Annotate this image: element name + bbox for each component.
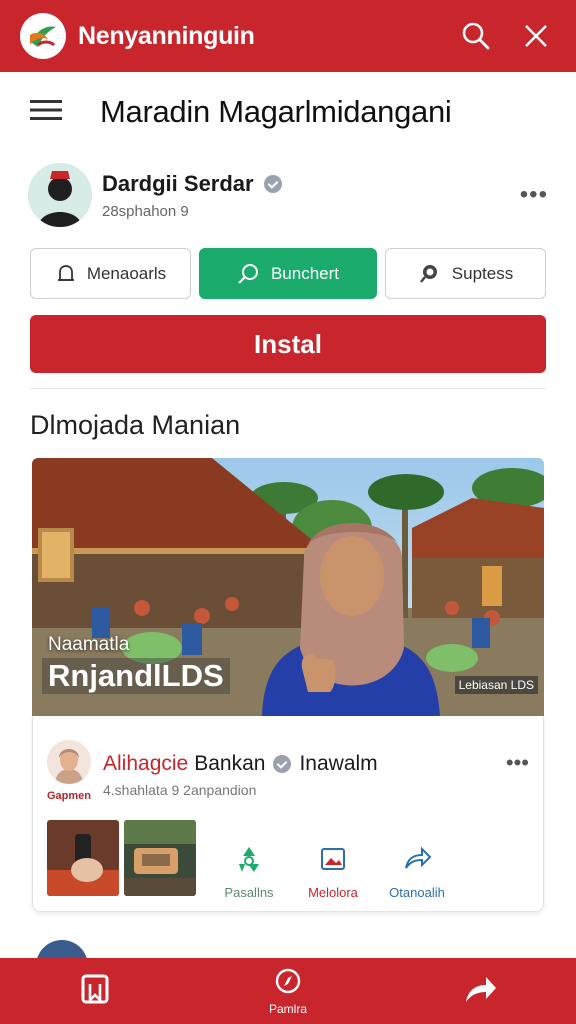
hero-image[interactable]: Naamatla RnjandlLDS Lebiasan LDS bbox=[32, 458, 544, 716]
post-author-tail: Inawalm bbox=[299, 752, 378, 775]
support-button-label: Suptess bbox=[451, 263, 514, 283]
avatar-label: Gapmen bbox=[47, 790, 92, 802]
thumbnail-image[interactable] bbox=[124, 820, 196, 896]
profile-name-text: Dardgii Serdar bbox=[102, 170, 254, 196]
more-horizontal-icon[interactable]: ••• bbox=[506, 750, 529, 776]
post-card[interactable]: Alihagcie Bankan Inawalm Gapmen 4.shahla… bbox=[32, 716, 544, 912]
hero-caption-large: RnjandlLDS bbox=[42, 658, 230, 694]
recycle-action-label: Pasallns bbox=[224, 885, 274, 900]
post-actions: Pasallns Melolora Otanoalih bbox=[213, 844, 453, 900]
post-author: Alihagcie Bankan Inawalm bbox=[103, 744, 378, 784]
recycle-icon bbox=[234, 844, 264, 879]
notifications-button-label: Menaoarls bbox=[86, 263, 167, 283]
more-horizontal-icon[interactable]: ••• bbox=[520, 181, 548, 209]
close-icon[interactable] bbox=[516, 16, 556, 56]
profile-subtitle: 28sphahon 9 bbox=[102, 202, 189, 220]
thumbnail-image[interactable] bbox=[47, 820, 119, 896]
share-arrow-icon bbox=[464, 974, 498, 1009]
post-header: Alihagcie Bankan Inawalm bbox=[47, 740, 533, 784]
leaf-logo-icon bbox=[20, 13, 66, 59]
action-buttons: Menaoarls Bunchert Suptess bbox=[30, 248, 546, 300]
page-title: Maradin Magarlmidangani bbox=[100, 94, 452, 129]
install-button[interactable]: Instal bbox=[30, 315, 546, 373]
search-icon bbox=[237, 262, 261, 286]
photo-icon bbox=[318, 844, 348, 879]
photo-action-label: Melolora bbox=[308, 885, 358, 900]
share-action[interactable]: Otanoalih bbox=[381, 844, 453, 900]
support-button[interactable]: Suptess bbox=[385, 248, 546, 299]
post-subtitle: 4.shahlata 9 2anpandion bbox=[103, 782, 257, 798]
nav-bookmark[interactable] bbox=[78, 972, 112, 1011]
profile-text: Dardgii Serdar 28sphahon 9 bbox=[102, 171, 520, 220]
search-action-label: Bunchert bbox=[270, 263, 340, 283]
nav-explore-label: Pamlra bbox=[268, 1001, 307, 1016]
avatar[interactable] bbox=[47, 740, 91, 784]
verified-badge-icon bbox=[273, 755, 292, 773]
avatar[interactable] bbox=[28, 163, 92, 227]
search-icon[interactable] bbox=[456, 16, 496, 56]
share-action-label: Otanoalih bbox=[389, 885, 445, 900]
hero-tag: Lebiasan LDS bbox=[454, 676, 538, 694]
photo-action[interactable]: Melolora bbox=[297, 844, 369, 900]
post-author-rest: Bankan bbox=[194, 752, 266, 775]
divider bbox=[30, 388, 546, 389]
verified-badge-icon bbox=[263, 174, 282, 193]
hero-caption-small: Naamatla bbox=[48, 634, 130, 655]
app-title: Nenyanninguin bbox=[78, 21, 255, 50]
share-icon bbox=[402, 844, 432, 879]
bell-icon bbox=[55, 263, 77, 285]
app-bar: Nenyanninguin bbox=[0, 0, 576, 72]
profile-name: Dardgii Serdar bbox=[102, 171, 520, 197]
profile-row[interactable]: Dardgii Serdar 28sphahon 9 ••• bbox=[28, 160, 548, 230]
section-title: Dlmojada Manian bbox=[30, 410, 241, 440]
recycle-action[interactable]: Pasallns bbox=[213, 844, 285, 900]
nav-share[interactable] bbox=[464, 974, 498, 1009]
bookmark-icon bbox=[78, 972, 112, 1011]
post-thumbnails bbox=[47, 820, 201, 896]
post-author-highlight: Alihagcie bbox=[103, 752, 189, 775]
search-action-button[interactable]: Bunchert bbox=[199, 248, 377, 299]
compass-icon bbox=[274, 967, 302, 1000]
nav-explore[interactable]: Pamlra bbox=[269, 967, 307, 1016]
search-icon bbox=[418, 262, 442, 286]
bottom-nav: Pamlra bbox=[0, 958, 576, 1024]
page-header: Maradin Magarlmidangani bbox=[0, 88, 576, 136]
hamburger-menu-icon[interactable] bbox=[30, 98, 64, 127]
notifications-button[interactable]: Menaoarls bbox=[30, 248, 191, 299]
